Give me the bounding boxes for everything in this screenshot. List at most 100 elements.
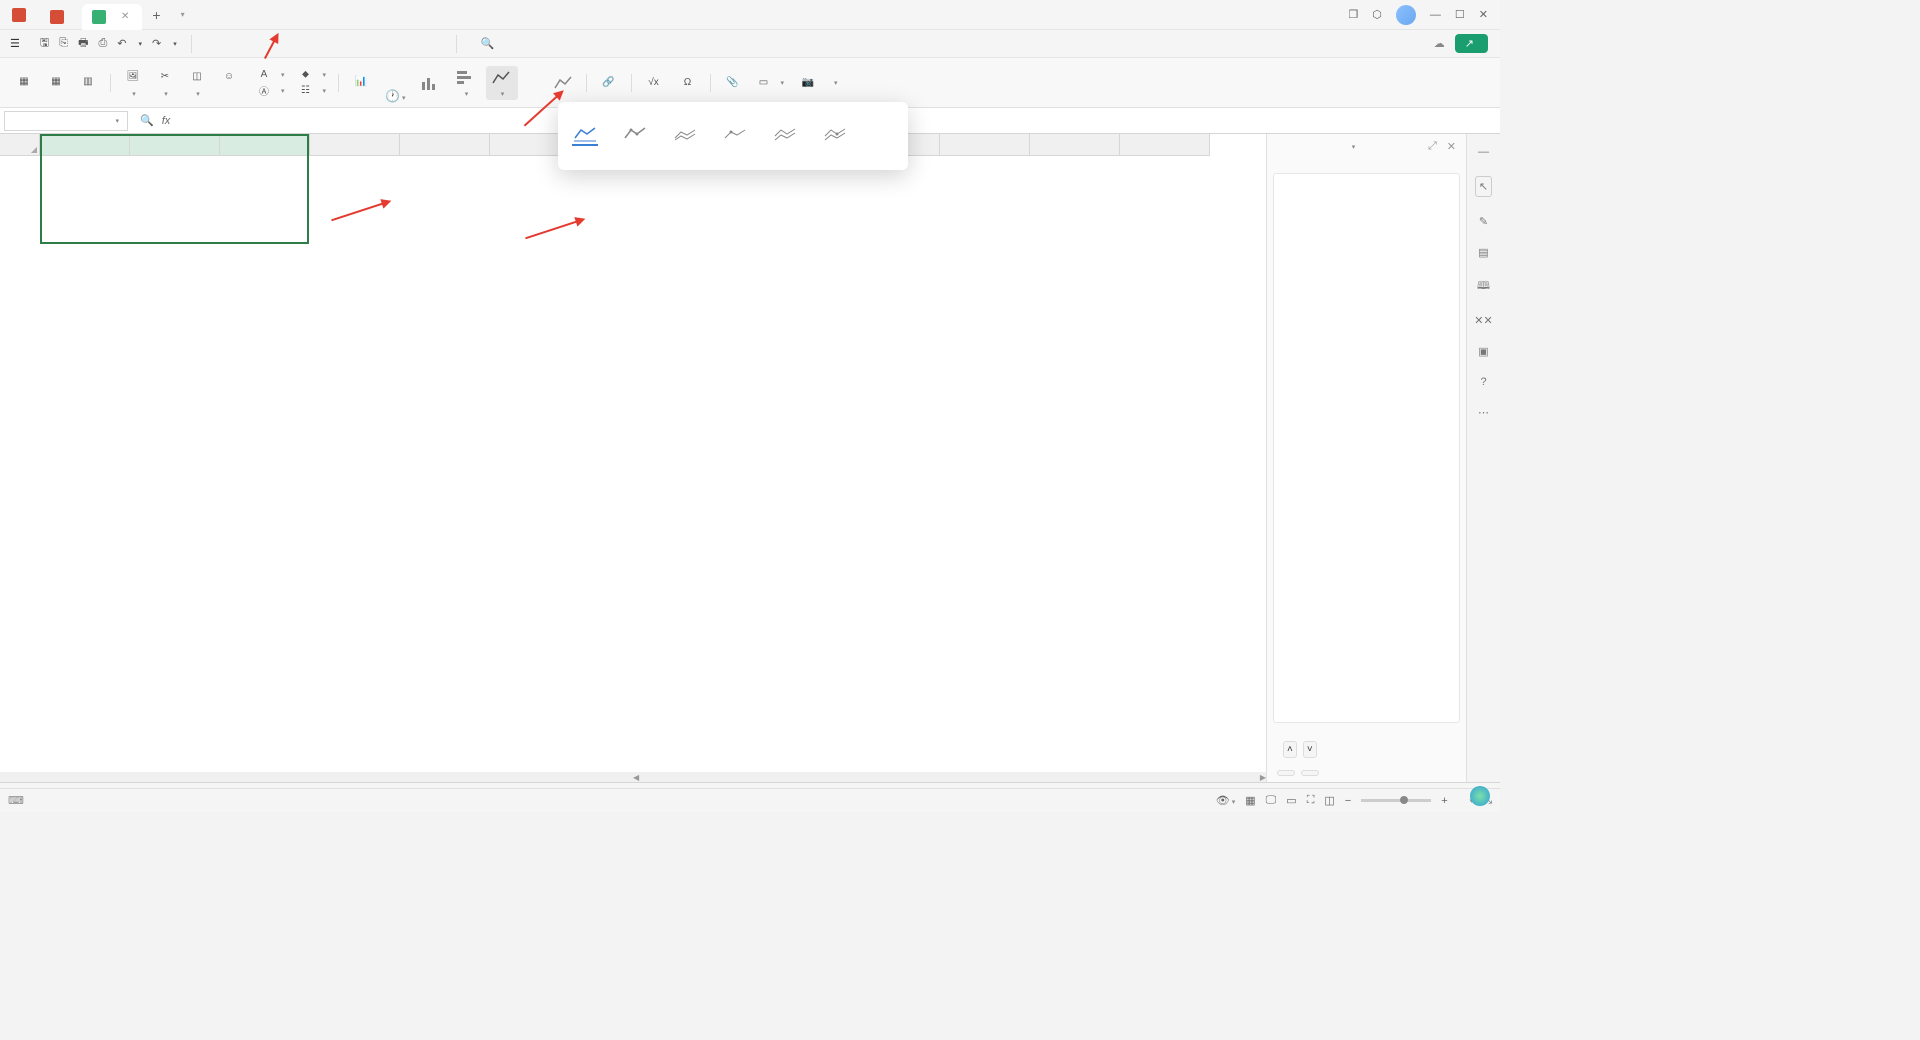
cube-icon[interactable]: ⬡ <box>1372 8 1382 21</box>
bar-chart-icon <box>456 68 476 88</box>
bar-chart-button[interactable]: ▾ <box>450 66 482 100</box>
page-view-icon[interactable]: ▭ <box>1286 794 1296 807</box>
status-bar: ⌨ 👁▾ ▦ 🖵 ▭ ⛶ ◫ − + ▾ ⤡ <box>0 788 1500 812</box>
fx-icon[interactable]: fx <box>162 115 171 127</box>
avatar[interactable] <box>1396 5 1416 25</box>
eye-icon[interactable]: 👁▾ <box>1216 794 1235 807</box>
close-button[interactable]: ✕ <box>1479 8 1488 21</box>
camera-button[interactable]: 📷 <box>792 71 824 95</box>
percent-line-marker-icon[interactable] <box>822 124 848 146</box>
col-header-M[interactable] <box>1120 134 1210 156</box>
symbol-button[interactable]: Ω <box>672 71 704 95</box>
col-header-D[interactable] <box>310 134 400 156</box>
chart-clock-button[interactable]: 🕐▾ <box>379 61 411 105</box>
hide-all-button[interactable] <box>1301 770 1319 776</box>
layout-view-icon[interactable]: ◫ <box>1324 794 1334 807</box>
pivot-chart-button[interactable]: ▦ <box>40 70 72 96</box>
normal-view-icon[interactable]: 🖵 <box>1266 794 1277 807</box>
more-icon[interactable]: ⋯ <box>1478 406 1489 419</box>
minimize-button[interactable]: — <box>1430 9 1441 21</box>
menu-right: ☁ ↗ <box>1434 34 1496 53</box>
keyboard-icon[interactable]: ⌨ <box>8 794 24 807</box>
col-header-C[interactable] <box>220 134 310 156</box>
table-button[interactable]: ▥ <box>72 70 104 96</box>
line-type-icon[interactable] <box>572 124 598 146</box>
zoom-slider[interactable] <box>1361 799 1431 802</box>
up-button[interactable]: ˄ <box>1283 741 1297 758</box>
col-header-K[interactable] <box>940 134 1030 156</box>
zoom-out-button[interactable]: − <box>1345 795 1351 807</box>
show-all-button[interactable] <box>1277 770 1295 776</box>
line-chart-button[interactable]: ▾ <box>486 66 518 100</box>
preview-icon[interactable]: ⎙ <box>98 37 107 50</box>
undo-icon[interactable]: ↶ <box>117 37 126 50</box>
search-icon[interactable]: 🔍 <box>140 114 154 127</box>
backup-icon[interactable]: ▣ <box>1478 345 1488 358</box>
wordart-button[interactable]: A▾ <box>251 67 291 83</box>
file-menu[interactable]: ☰ <box>4 37 30 50</box>
maximize-button[interactable]: ☐ <box>1455 8 1465 21</box>
h-scrollbar[interactable]: ◀ ▶ <box>0 772 1266 782</box>
shapes-button[interactable]: ◫▾ <box>181 64 213 101</box>
percent-line-icon[interactable] <box>772 124 798 146</box>
chart-type-row <box>570 120 896 156</box>
tab-add-button[interactable]: + <box>142 7 170 23</box>
zoom-in-button[interactable]: + <box>1441 795 1447 807</box>
col-header-A[interactable] <box>40 134 130 156</box>
flowchart-button[interactable]: ⬥▾ <box>293 67 333 83</box>
collapse-icon[interactable]: — <box>1478 146 1489 158</box>
col-header-E[interactable] <box>400 134 490 156</box>
form-button[interactable]: ▭▾ <box>751 75 791 91</box>
undo-dropdown[interactable]: ▾ <box>138 40 142 48</box>
tab-workbook[interactable]: ✕ <box>82 4 142 30</box>
equation-button[interactable]: √x <box>638 71 670 95</box>
stacked-line-marker-icon[interactable] <box>722 124 748 146</box>
print-icon[interactable]: 🖶 <box>78 34 88 53</box>
name-box[interactable]: ▾ <box>4 111 128 131</box>
search-icon[interactable]: 🔍 <box>481 37 495 50</box>
cloud-icon[interactable]: ☁ <box>1434 37 1445 50</box>
tab-add-dropdown[interactable]: ▾ <box>171 10 195 19</box>
textbox-button[interactable]: Ⓐ▾ <box>251 83 291 99</box>
icons-button[interactable]: ☺ <box>213 64 245 90</box>
column-chart-button[interactable] <box>414 71 446 95</box>
picture-icon: 🖼 <box>123 66 143 86</box>
stats-icon[interactable]: 🕮 <box>1477 277 1490 296</box>
down-button[interactable]: ˅ <box>1303 741 1317 758</box>
picture-button[interactable]: 🖼▾ <box>117 64 149 101</box>
chevron-down-icon: ▾ <box>115 117 119 125</box>
line-marker-icon[interactable] <box>622 124 648 146</box>
all-charts-button[interactable]: 📊 <box>345 70 377 96</box>
screenshot-button[interactable]: ✂▾ <box>149 64 181 101</box>
redo-dropdown[interactable]: ▾ <box>173 40 177 48</box>
col-header-L[interactable] <box>1030 134 1120 156</box>
style-icon[interactable]: ✎ <box>1479 215 1488 228</box>
table-icon: ▥ <box>78 72 98 92</box>
export-icon[interactable]: ⎘ <box>59 37 68 50</box>
reading-view-icon[interactable]: ⛶ <box>1307 794 1315 807</box>
help-icon[interactable]: ? <box>1480 376 1486 388</box>
save-icon[interactable]: 🖫 <box>40 34 49 53</box>
col-header-B[interactable] <box>130 134 220 156</box>
grid-view-icon[interactable]: ▦ <box>1245 794 1255 807</box>
tools-icon[interactable]: ✕✕ <box>1474 314 1492 327</box>
pin-icon[interactable]: ⤢ <box>1428 140 1437 153</box>
grid[interactable] <box>0 156 1266 772</box>
select-all-corner[interactable]: ◢ <box>0 134 40 156</box>
close-icon[interactable]: ✕ <box>118 11 132 22</box>
mindmap-button[interactable]: ☷▾ <box>293 83 333 99</box>
pane-footer2 <box>1267 764 1466 782</box>
stacked-line-icon[interactable] <box>672 124 698 146</box>
window-dup-icon[interactable]: ❐ <box>1348 8 1358 21</box>
attach-button[interactable]: 📎 <box>717 71 749 95</box>
redo-icon[interactable]: ↷ <box>152 37 161 50</box>
object-list[interactable] <box>1273 173 1460 723</box>
share-button[interactable]: ↗ <box>1455 34 1488 53</box>
sheet-icon[interactable]: ▤ <box>1478 246 1488 259</box>
select-tool-icon[interactable]: ↖ <box>1475 176 1492 197</box>
link-button[interactable]: 🔗 <box>593 71 625 95</box>
close-icon[interactable]: ✕ <box>1447 140 1456 153</box>
symbol-icon: Ω <box>678 73 698 93</box>
pivot-table-button[interactable]: ▦ <box>8 70 40 96</box>
tab-templates[interactable] <box>40 4 80 30</box>
